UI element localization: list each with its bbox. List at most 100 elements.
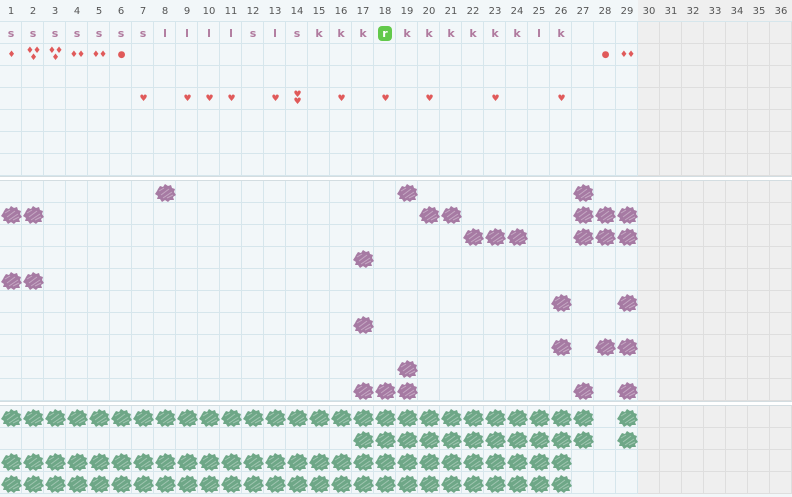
green-mark[interactable] (551, 430, 572, 449)
activity-cell[interactable] (440, 313, 462, 335)
schedule-cell[interactable] (0, 88, 22, 110)
activity-cell[interactable] (264, 357, 286, 379)
column-header[interactable]: 27 (572, 0, 594, 22)
coverage-cell[interactable] (660, 472, 682, 494)
coverage-cell[interactable] (220, 428, 242, 450)
day-letter[interactable]: l (528, 22, 550, 44)
schedule-cell[interactable] (352, 132, 374, 154)
schedule-cell[interactable] (22, 132, 44, 154)
activity-cell[interactable] (44, 181, 66, 203)
activity-cell[interactable] (550, 379, 572, 401)
activity-cell[interactable] (198, 247, 220, 269)
schedule-cell[interactable] (44, 88, 66, 110)
coverage-cell[interactable] (154, 428, 176, 450)
activity-cell[interactable] (242, 225, 264, 247)
green-mark[interactable] (529, 408, 550, 427)
schedule-cell[interactable] (132, 154, 154, 176)
green-mark[interactable] (221, 474, 242, 493)
schedule-cell[interactable] (154, 110, 176, 132)
coverage-cell[interactable] (704, 450, 726, 472)
activity-cell[interactable] (286, 247, 308, 269)
purple-mark[interactable] (353, 381, 374, 400)
purple-mark[interactable] (551, 293, 572, 312)
schedule-cell[interactable] (770, 110, 792, 132)
activity-cell[interactable] (264, 181, 286, 203)
activity-cell[interactable] (66, 181, 88, 203)
schedule-cell[interactable] (198, 44, 220, 66)
activity-cell[interactable] (330, 379, 352, 401)
activity-cell[interactable] (330, 225, 352, 247)
schedule-cell[interactable] (748, 66, 770, 88)
day-letter[interactable]: l (176, 22, 198, 44)
activity-cell[interactable] (176, 313, 198, 335)
schedule-cell[interactable] (154, 154, 176, 176)
activity-cell[interactable] (770, 225, 792, 247)
activity-cell[interactable] (132, 357, 154, 379)
schedule-cell[interactable] (242, 154, 264, 176)
schedule-cell[interactable] (374, 110, 396, 132)
green-mark[interactable] (265, 408, 286, 427)
green-mark[interactable] (331, 474, 352, 493)
schedule-cell[interactable] (550, 132, 572, 154)
schedule-cell[interactable] (440, 154, 462, 176)
activity-cell[interactable] (286, 181, 308, 203)
activity-cell[interactable] (198, 269, 220, 291)
activity-cell[interactable] (374, 225, 396, 247)
green-mark[interactable] (309, 408, 330, 427)
activity-cell[interactable] (264, 379, 286, 401)
day-letter[interactable]: k (418, 22, 440, 44)
green-mark[interactable] (617, 408, 638, 427)
green-mark[interactable] (375, 430, 396, 449)
schedule-cell[interactable] (704, 154, 726, 176)
activity-cell[interactable] (682, 313, 704, 335)
activity-cell[interactable] (770, 181, 792, 203)
schedule-cell[interactable] (462, 154, 484, 176)
activity-cell[interactable] (0, 247, 22, 269)
schedule-cell[interactable] (616, 66, 638, 88)
purple-mark[interactable] (573, 227, 594, 246)
coverage-cell[interactable] (572, 450, 594, 472)
schedule-cell[interactable] (308, 88, 330, 110)
schedule-cell[interactable] (726, 110, 748, 132)
activity-cell[interactable] (770, 357, 792, 379)
schedule-cell[interactable] (572, 132, 594, 154)
activity-cell[interactable] (638, 203, 660, 225)
activity-cell[interactable] (440, 291, 462, 313)
activity-cell[interactable] (44, 335, 66, 357)
schedule-cell[interactable] (418, 154, 440, 176)
activity-cell[interactable] (550, 225, 572, 247)
highlight-badge[interactable]: r (378, 25, 392, 41)
green-mark[interactable] (265, 474, 286, 493)
day-letter[interactable]: k (550, 22, 572, 44)
column-header[interactable]: 2 (22, 0, 44, 22)
green-mark[interactable] (199, 452, 220, 471)
green-mark[interactable] (221, 408, 242, 427)
coverage-cell[interactable] (0, 428, 22, 450)
schedule-cell[interactable] (308, 66, 330, 88)
schedule-cell[interactable] (132, 44, 154, 66)
activity-cell[interactable] (616, 313, 638, 335)
activity-cell[interactable] (176, 357, 198, 379)
activity-cell[interactable] (506, 269, 528, 291)
activity-cell[interactable] (66, 313, 88, 335)
activity-cell[interactable] (374, 203, 396, 225)
coverage-cell[interactable] (594, 450, 616, 472)
activity-cell[interactable] (308, 379, 330, 401)
green-mark[interactable] (485, 430, 506, 449)
green-mark[interactable] (441, 408, 462, 427)
green-mark[interactable] (45, 408, 66, 427)
activity-cell[interactable] (572, 313, 594, 335)
green-mark[interactable] (111, 452, 132, 471)
activity-cell[interactable] (748, 379, 770, 401)
activity-cell[interactable] (726, 225, 748, 247)
coverage-cell[interactable] (638, 450, 660, 472)
day-letter[interactable]: s (0, 22, 22, 44)
schedule-cell[interactable] (176, 66, 198, 88)
schedule-cell[interactable] (374, 66, 396, 88)
schedule-cell[interactable] (660, 110, 682, 132)
activity-cell[interactable] (22, 335, 44, 357)
purple-mark[interactable] (397, 381, 418, 400)
activity-cell[interactable] (682, 203, 704, 225)
activity-cell[interactable] (132, 291, 154, 313)
coverage-cell[interactable] (682, 450, 704, 472)
